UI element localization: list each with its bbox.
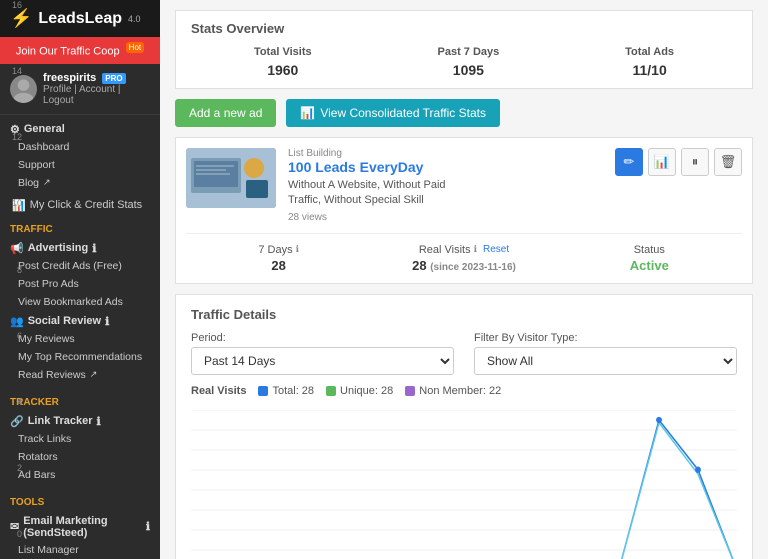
main-content: Stats Overview Total Visits 1960 Past 7 … bbox=[160, 0, 768, 559]
real-visits-label: Real Visits bbox=[191, 385, 246, 397]
stats-ad-button[interactable]: 📊 bbox=[648, 148, 676, 176]
chart-container: 1614121086420 bbox=[191, 405, 737, 559]
visitor-type-select[interactable]: Show All Members Only Non Members Only bbox=[474, 347, 737, 375]
ad-card-top: List Building 100 Leads EveryDay Without… bbox=[186, 148, 742, 223]
stat-total-ads: Total Ads 11/10 bbox=[625, 46, 674, 78]
period-select[interactable]: Past 14 Days Past 7 Days Past 30 Days bbox=[191, 347, 454, 375]
ad-title[interactable]: 100 Leads EveryDay bbox=[288, 159, 603, 175]
ad-stat-real-visits: Real Visits ℹ Reset 28 (since 2023-11-16… bbox=[371, 244, 556, 273]
traffic-details-title: Traffic Details bbox=[191, 307, 737, 322]
info-icon-email: ℹ bbox=[146, 520, 150, 533]
ad-description: Without A Website, Without Paid Traffic,… bbox=[288, 178, 603, 209]
stat-past7: Past 7 Days 1095 bbox=[438, 46, 500, 78]
chart-legend: Real Visits Total: 28 Unique: 28 Non Mem… bbox=[191, 385, 737, 397]
chart-area bbox=[191, 410, 737, 559]
period-label: Period: bbox=[191, 332, 454, 344]
chart-bar-icon: 📊 bbox=[300, 106, 315, 120]
action-bar: Add a new ad 📊 View Consolidated Traffic… bbox=[160, 99, 768, 137]
legend-unique: Unique: 28 bbox=[326, 385, 393, 397]
legend-nonmember: Non Member: 22 bbox=[405, 385, 501, 397]
info-icon-advertising: ℹ bbox=[92, 242, 96, 255]
ad-stat-7days: 7 Days ℹ 28 bbox=[186, 244, 371, 273]
reset-link[interactable]: Reset bbox=[483, 244, 509, 255]
stat-total-visits: Total Visits 1960 bbox=[254, 46, 312, 78]
legend-total-dot bbox=[258, 386, 268, 396]
ad-actions: ✏ 📊 ⏸ 🗑 bbox=[615, 148, 742, 223]
ad-card: List Building 100 Leads EveryDay Without… bbox=[175, 137, 753, 284]
stats-overview: Stats Overview Total Visits 1960 Past 7 … bbox=[175, 10, 753, 89]
period-filter: Period: Past 14 Days Past 7 Days Past 30… bbox=[191, 332, 454, 375]
stats-overview-title: Stats Overview bbox=[191, 21, 737, 36]
legend-total: Total: 28 bbox=[258, 385, 314, 397]
sidebar-item-list-manager[interactable]: List Manager bbox=[0, 541, 160, 559]
stats-row: Total Visits 1960 Past 7 Days 1095 Total… bbox=[191, 46, 737, 78]
chart-body: 7 Nov8 Nov9 Nov10 Nov11 Nov12 Nov13 Nov1… bbox=[191, 405, 737, 559]
edit-ad-button[interactable]: ✏ bbox=[615, 148, 643, 176]
logo-version: 4.0 bbox=[128, 14, 141, 24]
info-icon-7days: ℹ bbox=[296, 244, 299, 255]
legend-nonmember-dot bbox=[405, 386, 415, 396]
pause-ad-button[interactable]: ⏸ bbox=[681, 148, 709, 176]
info-icon-social: ℹ bbox=[105, 315, 109, 328]
ad-stats-row: 7 Days ℹ 28 Real Visits ℹ Reset 28 (sinc… bbox=[186, 233, 742, 273]
info-icon-real-visits: ℹ bbox=[474, 244, 477, 255]
username: freespirits PRO bbox=[43, 72, 150, 84]
hot-badge: Hot bbox=[126, 42, 144, 53]
pro-badge: PRO bbox=[102, 73, 125, 84]
chart-svg bbox=[191, 410, 737, 559]
ad-info: List Building 100 Leads EveryDay Without… bbox=[288, 148, 603, 223]
ad-category: List Building bbox=[288, 148, 603, 159]
logo-text: LeadsLeap bbox=[38, 10, 122, 28]
legend-unique-dot bbox=[326, 386, 336, 396]
view-consolidated-button[interactable]: 📊 View Consolidated Traffic Stats bbox=[286, 99, 500, 127]
filter-row: Period: Past 14 Days Past 7 Days Past 30… bbox=[191, 332, 737, 375]
user-info: freespirits PRO Profile | Account | Logo… bbox=[43, 72, 150, 106]
traffic-details: Traffic Details Period: Past 14 Days Pas… bbox=[175, 294, 753, 559]
ad-views: 28 views bbox=[288, 212, 603, 223]
delete-ad-button[interactable]: 🗑 bbox=[714, 148, 742, 176]
visitor-type-filter: Filter By Visitor Type: Show All Members… bbox=[474, 332, 737, 375]
ad-stat-status: Status Active bbox=[557, 244, 742, 273]
user-links[interactable]: Profile | Account | Logout bbox=[43, 84, 150, 106]
visitor-type-label: Filter By Visitor Type: bbox=[474, 332, 737, 344]
ad-thumbnail bbox=[186, 148, 276, 208]
info-icon-tracker: ℹ bbox=[97, 415, 101, 428]
add-new-ad-button[interactable]: Add a new ad bbox=[175, 99, 276, 127]
status-badge: Active bbox=[630, 258, 669, 273]
